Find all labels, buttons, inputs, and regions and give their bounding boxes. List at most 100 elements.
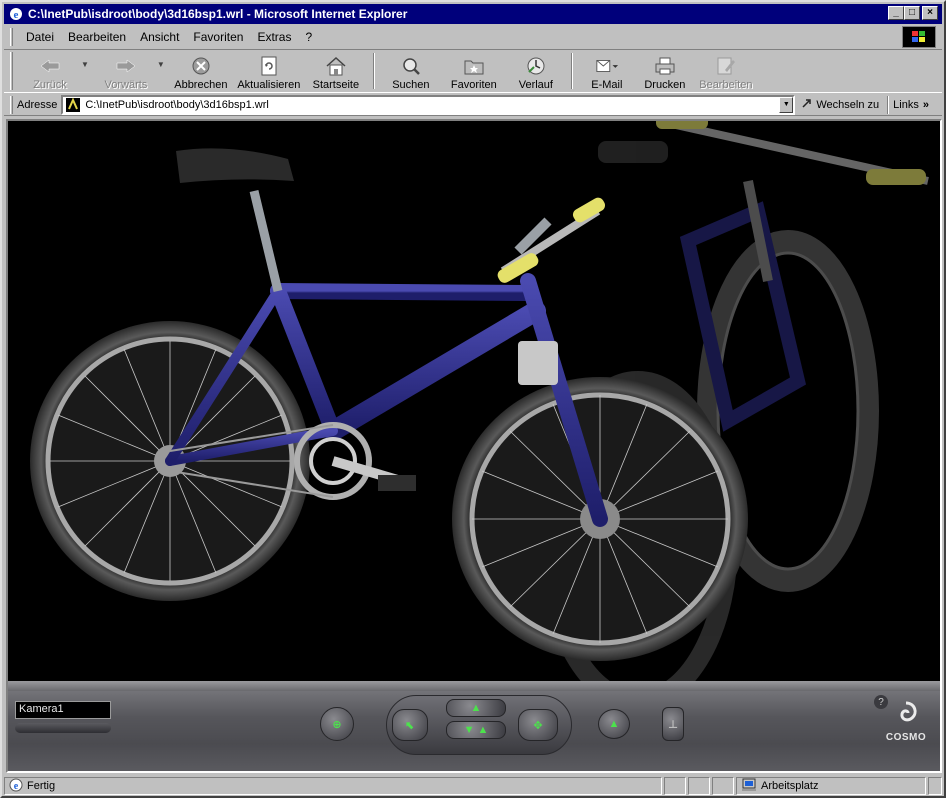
toolbar-separator <box>372 53 375 89</box>
stop-label: Abbrechen <box>174 79 228 91</box>
edit-label: Bearbeiten <box>699 79 753 91</box>
favorites-button[interactable]: Favoriten <box>441 51 507 91</box>
slide-up-button[interactable]: ▲ <box>446 699 506 717</box>
stop-button[interactable]: Abbrechen <box>169 51 233 91</box>
toolbar-separator <box>570 53 573 89</box>
level-icon: ⊥ <box>667 718 679 731</box>
window-title: C:\InetPub\isdroot\body\3d16bsp1.wrl - M… <box>28 7 408 21</box>
status-pane <box>712 777 734 795</box>
favorites-label: Favoriten <box>450 79 497 91</box>
home-label: Startseite <box>312 79 360 91</box>
history-icon <box>524 55 548 77</box>
zone-label: Arbeitsplatz <box>761 780 819 792</box>
history-button[interactable]: Verlauf <box>507 51 565 91</box>
slide-down-button[interactable]: ▼ ▲ <box>446 721 506 739</box>
control-panel-bevel <box>8 681 940 691</box>
print-label: Drucken <box>644 79 686 91</box>
pan-button[interactable]: ✥ <box>518 709 558 741</box>
arrow-up-icon: ▲ <box>470 702 482 714</box>
chevron-down-icon[interactable]: ▼ <box>81 60 89 69</box>
windows-logo-icon <box>902 26 936 48</box>
standard-toolbar: Zurück ▼ Vorwärts ▼ Abbrechen Aktualisie… <box>4 49 942 93</box>
chevron-right-icon[interactable]: » <box>923 99 929 111</box>
search-button[interactable]: Suchen <box>381 51 441 91</box>
go-label: Wechseln zu <box>816 98 880 111</box>
menu-favoriten[interactable]: Favoriten <box>186 28 250 46</box>
mail-label: E-Mail <box>591 79 623 91</box>
refresh-icon <box>257 55 281 77</box>
home-icon <box>324 55 348 77</box>
menu-datei[interactable]: Datei <box>19 28 61 46</box>
arrow-left-icon <box>38 55 62 77</box>
seek-button[interactable]: ⊕ <box>320 707 354 741</box>
straighten-button[interactable]: ⊥ <box>662 707 684 741</box>
walk-icon: ⬉ <box>405 719 415 732</box>
go-mode-button[interactable]: ⬉ <box>392 709 428 741</box>
edit-icon <box>714 55 738 77</box>
move-icon: ✥ <box>533 719 543 732</box>
tilt-button[interactable]: ▲ <box>598 709 630 739</box>
links-button[interactable]: Links <box>893 99 919 111</box>
go-button[interactable]: Wechseln zu <box>801 97 879 112</box>
menu-extras[interactable]: Extras <box>250 28 298 46</box>
vrml-3d-viewport[interactable] <box>8 121 940 681</box>
ie-logo-icon: e <box>8 6 24 22</box>
status-pane <box>688 777 710 795</box>
go-arrow-icon <box>801 97 813 112</box>
edit-button[interactable]: Bearbeiten <box>695 51 757 91</box>
close-button[interactable]: × <box>922 6 938 20</box>
favorites-folder-icon <box>462 55 486 77</box>
cosmo-player-controls: Kamera1 ⊕ ⬉ ▲ ▼ ▲ ✥ ▲ ⊥ ? COSMO <box>8 681 940 771</box>
menu-ansicht[interactable]: Ansicht <box>133 28 186 46</box>
browser-window: e C:\InetPub\isdroot\body\3d16bsp1.wrl -… <box>0 0 946 798</box>
address-input[interactable] <box>85 98 766 111</box>
bike-model-render <box>30 121 929 681</box>
toolbar-grip[interactable] <box>10 95 13 114</box>
chevron-down-icon[interactable]: ▼ <box>157 60 165 69</box>
forward-button[interactable]: Vorwärts <box>93 51 159 91</box>
toolbar-grip[interactable] <box>10 52 13 90</box>
resize-grip[interactable] <box>928 777 942 795</box>
address-bar: Adresse ▼ Wechseln zu Links » <box>4 94 942 116</box>
chevron-down-icon[interactable]: ▼ <box>779 96 794 113</box>
vrml-page-icon <box>65 97 81 113</box>
menu-bearbeiten[interactable]: Bearbeiten <box>61 28 133 46</box>
viewpoint-slider[interactable] <box>15 723 111 733</box>
title-bar: e C:\InetPub\isdroot\body\3d16bsp1.wrl -… <box>4 4 942 24</box>
handlebar <box>497 197 606 283</box>
stop-icon <box>189 55 213 77</box>
status-bar: e Fertig Arbeitsplatz <box>4 776 942 796</box>
printer-icon <box>653 55 677 77</box>
minimize-button[interactable]: _ <box>888 6 904 20</box>
maximize-button[interactable]: □ <box>904 6 920 20</box>
content-area: Kamera1 ⊕ ⬉ ▲ ▼ ▲ ✥ ▲ ⊥ ? COSMO <box>6 119 942 773</box>
cosmo-swirl-icon <box>891 699 921 732</box>
arrow-right-icon <box>114 55 138 77</box>
address-label: Adresse <box>17 98 58 111</box>
menu-bar: Datei Bearbeiten Ansicht Favoriten Extra… <box>4 26 942 48</box>
ie-page-icon: e <box>9 778 23 795</box>
mail-icon <box>595 55 619 77</box>
svg-text:e: e <box>14 9 19 21</box>
toolbar-separator <box>887 95 890 114</box>
menu-help[interactable]: ? <box>298 28 319 46</box>
history-label: Verlauf <box>518 79 553 91</box>
status-text: Fertig <box>27 780 56 792</box>
toolbar-grip[interactable] <box>10 28 13 46</box>
home-button[interactable]: Startseite <box>305 51 367 91</box>
back-button[interactable]: Zurück <box>17 51 83 91</box>
search-label: Suchen <box>392 79 430 91</box>
svg-text:e: e <box>14 781 19 792</box>
print-button[interactable]: Drucken <box>635 51 695 91</box>
mail-button[interactable]: E-Mail <box>579 51 635 91</box>
security-zone-pane: Arbeitsplatz <box>736 777 926 795</box>
refresh-button[interactable]: Aktualisieren <box>233 51 305 91</box>
viewpoint-selector[interactable]: Kamera1 <box>15 701 111 719</box>
arrow-down-icon: ▼ ▲ <box>463 724 489 736</box>
saddle <box>176 148 294 183</box>
triangle-icon: ▲ <box>608 718 620 730</box>
address-field[interactable]: ▼ <box>61 94 796 115</box>
search-icon <box>399 55 423 77</box>
forward-label: Vorwärts <box>104 79 148 91</box>
computer-icon <box>741 778 757 795</box>
